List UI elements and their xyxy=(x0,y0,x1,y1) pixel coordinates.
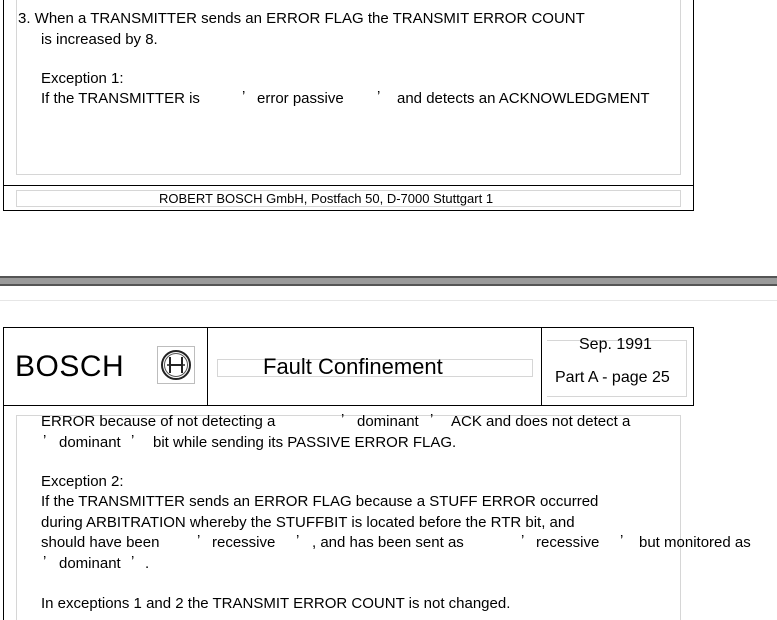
quote-mark: ’ xyxy=(43,432,47,449)
exception1-text-c: and detects an ACKNOWLEDGMENT xyxy=(397,90,650,107)
page-footer: ROBERT BOSCH GmbH, Postfach 50, D-7000 S… xyxy=(159,191,494,206)
exception2-line3-a: should have been xyxy=(41,534,160,551)
summary-text: In exceptions 1 and 2 the TRANSMIT ERROR… xyxy=(41,595,511,612)
exception1-text-a: If the TRANSMITTER is xyxy=(41,90,200,107)
page-date: Sep. 1991 xyxy=(579,336,652,353)
quote-mark: ’ xyxy=(197,532,201,549)
bosch-armature-icon xyxy=(157,346,195,388)
quote-mark: ’ xyxy=(521,532,525,549)
quote-mark: ’ xyxy=(242,88,246,105)
continuation-line1-c: ACK and does not detect a xyxy=(451,413,631,430)
exception2-line2: during ARBITRATION whereby the STUFFBIT … xyxy=(41,514,575,531)
continuation-line1-a: ERROR because of not detecting a xyxy=(41,413,276,430)
exception2-line4-b: dominant xyxy=(59,555,121,572)
continuation-line1-b: dominant xyxy=(357,413,419,430)
exception2-line3-c: , and has been sent as xyxy=(312,534,464,551)
exception2-line3-d: recessive xyxy=(536,534,600,551)
quote-mark: ’ xyxy=(296,532,300,549)
exception2-line3-e: but monitored as xyxy=(639,534,751,551)
continuation-line2-b: dominant xyxy=(59,434,121,451)
exception1-heading: Exception 1: xyxy=(41,70,124,87)
body-rule-right xyxy=(680,415,681,620)
quote-mark: ’ xyxy=(620,532,624,549)
page-number: Part A - page 25 xyxy=(555,369,670,386)
quote-mark: ’ xyxy=(377,88,381,105)
page-title: Fault Confinement xyxy=(263,354,443,379)
continuation-line2-c: bit while sending its PASSIVE ERROR FLAG… xyxy=(153,434,457,451)
body-rule-left xyxy=(16,415,17,620)
bosch-logo-text: BOSCH xyxy=(15,350,125,383)
quote-mark: ’ xyxy=(430,411,434,428)
exception2-line1: If the TRANSMITTER sends an ERROR FLAG b… xyxy=(41,493,599,510)
item-3-line2: is increased by 8. xyxy=(41,31,158,48)
quote-mark: ’ xyxy=(43,553,47,570)
exception2-line3-b: recessive xyxy=(212,534,276,551)
exception2-heading: Exception 2: xyxy=(41,473,124,490)
quote-mark: ’ xyxy=(341,411,345,428)
exception2-line4-c: . xyxy=(145,555,150,572)
exception1-text-b: error passive xyxy=(257,90,344,107)
item-3-line1: 3. When a TRANSMITTER sends an ERROR FLA… xyxy=(18,10,585,27)
quote-mark: ’ xyxy=(131,432,135,449)
quote-mark: ’ xyxy=(131,553,135,570)
